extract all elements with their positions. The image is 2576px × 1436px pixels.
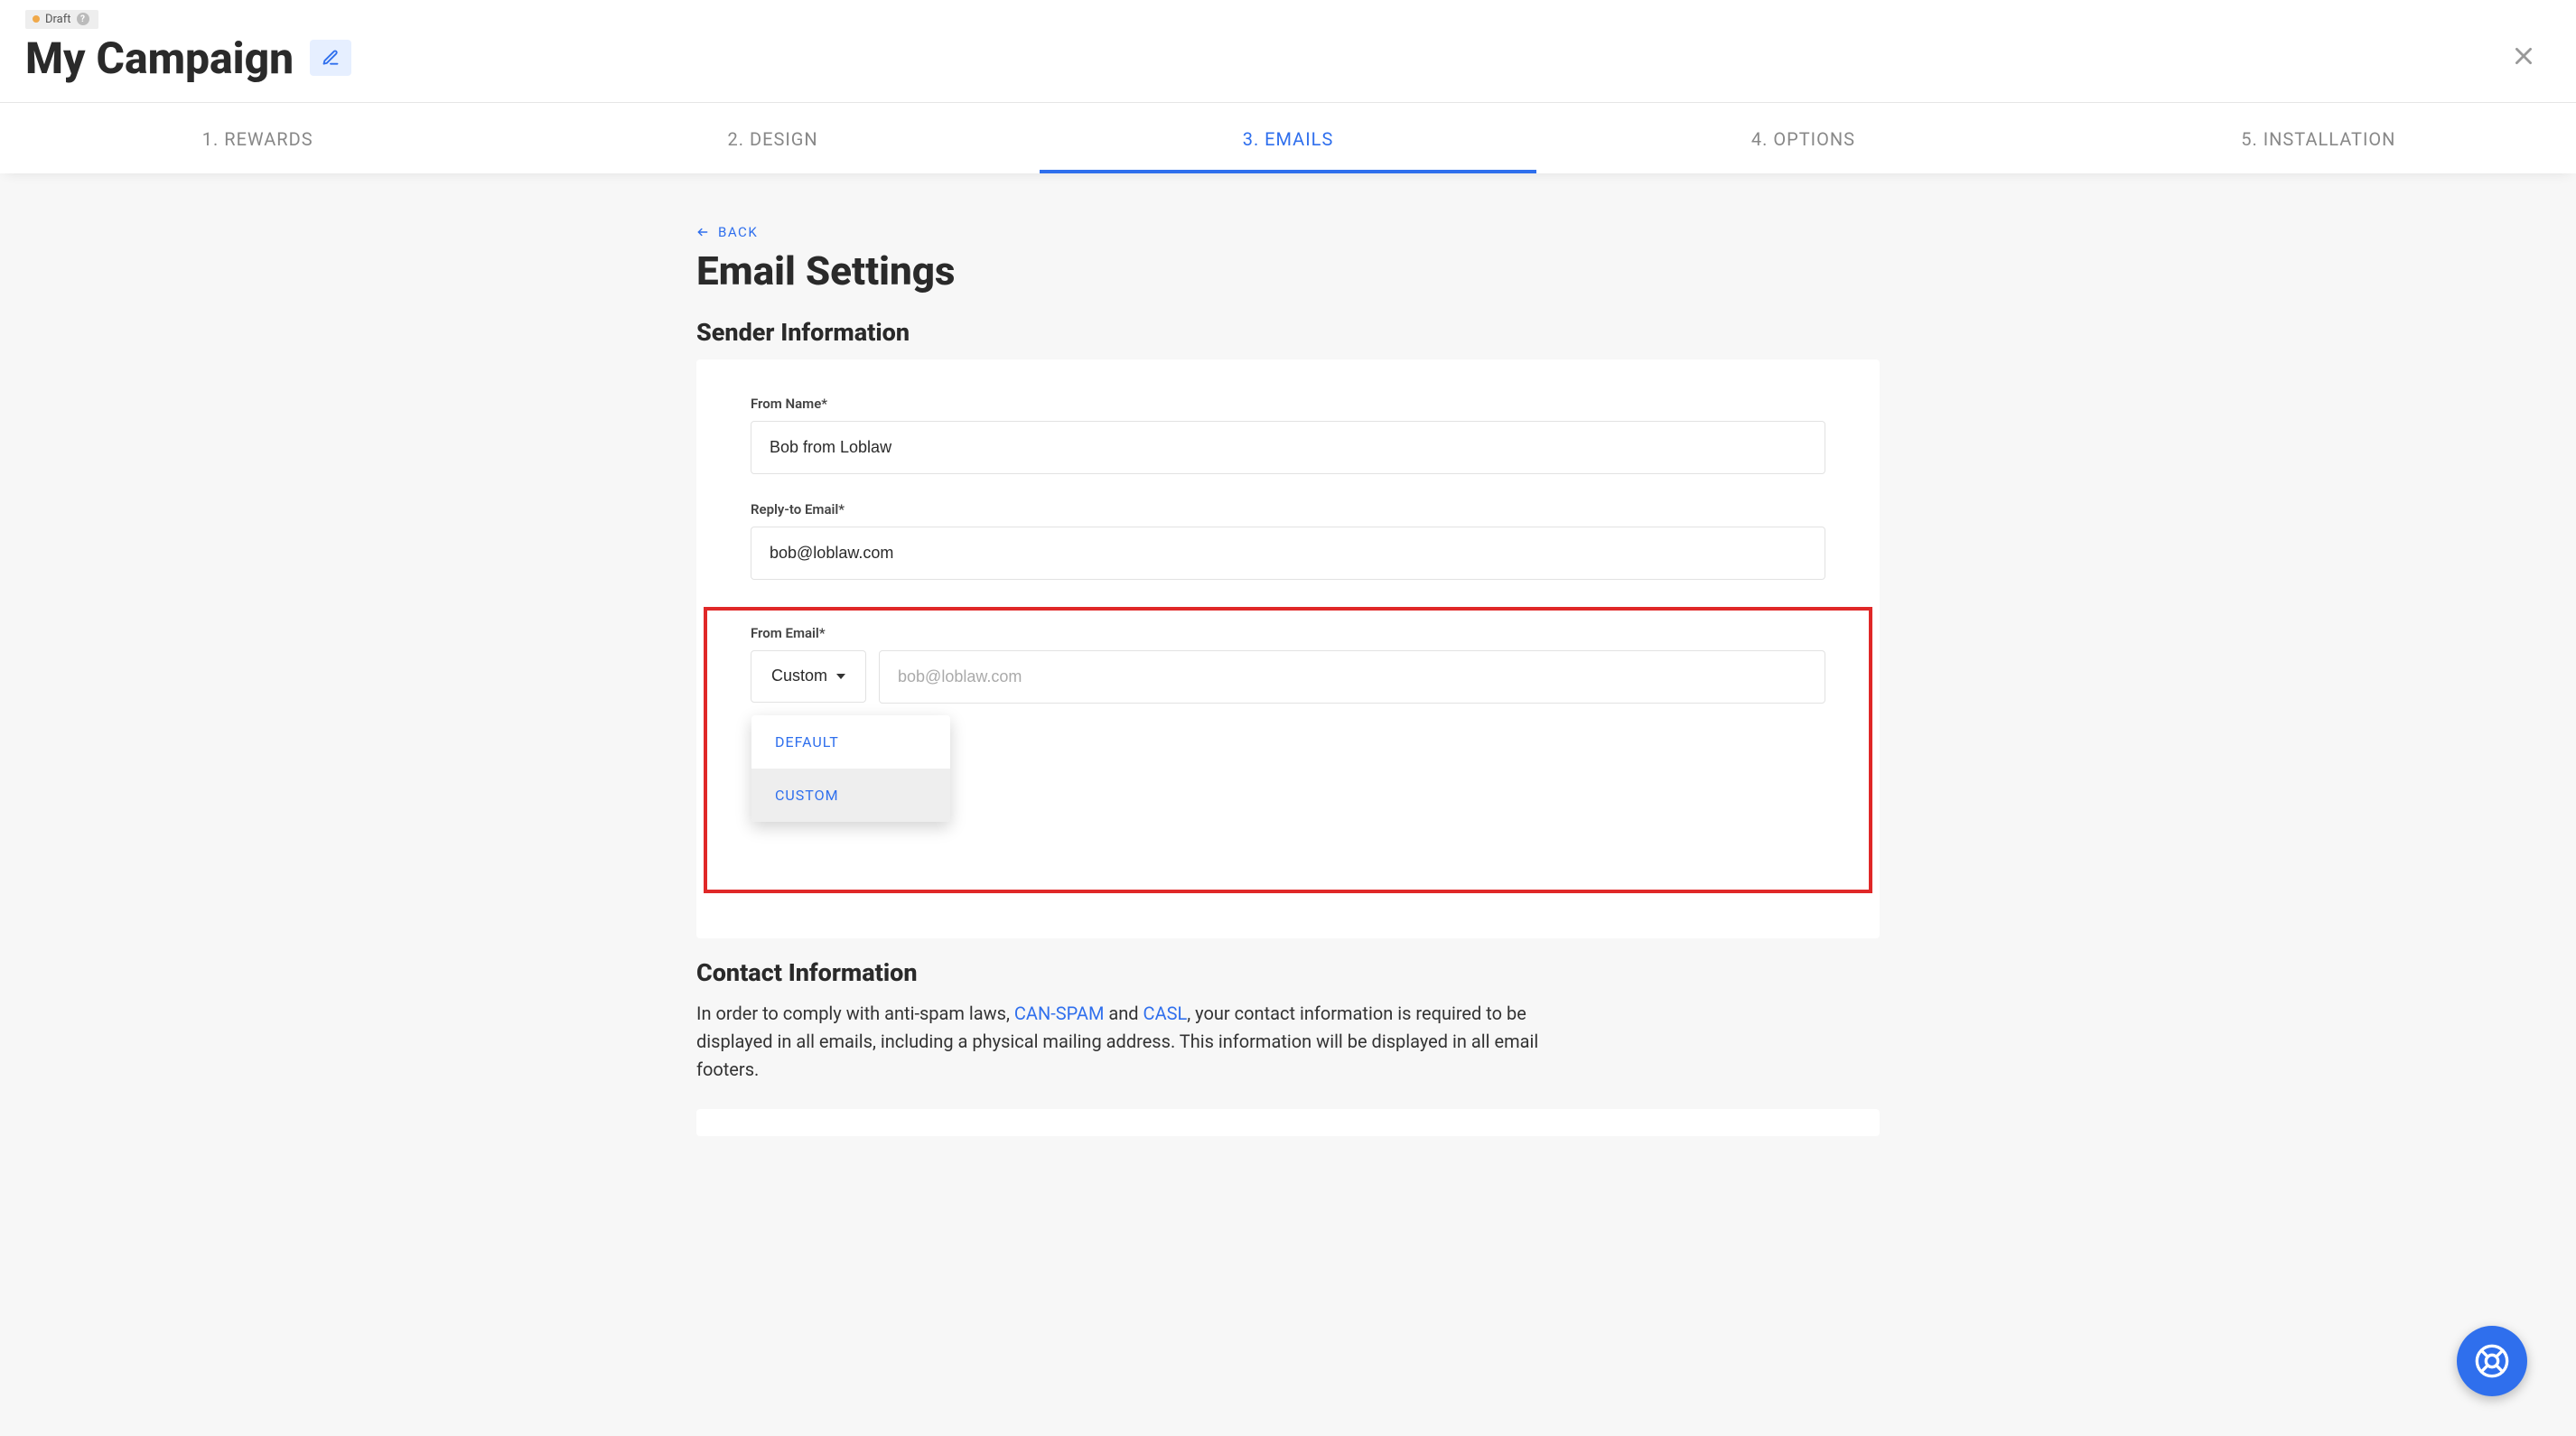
sender-info-card: From Name* Reply-to Email* From Email* C… — [696, 359, 1880, 938]
can-spam-link[interactable]: CAN-SPAM — [1014, 1002, 1105, 1024]
from-email-dropdown-menu: DEFAULT CUSTOM — [751, 715, 950, 822]
contact-info-text: In order to comply with anti-spam laws, … — [696, 1000, 1563, 1084]
from-email-row: Custom — [751, 650, 1825, 704]
close-button[interactable] — [2507, 41, 2540, 73]
main-content: BACK Email Settings Sender Information F… — [642, 173, 1934, 1172]
draft-status-dot-icon — [33, 15, 40, 23]
from-name-label: From Name* — [751, 396, 1825, 412]
header: Draft ? My Campaign — [0, 0, 2576, 102]
from-email-type-dropdown[interactable]: Custom — [751, 650, 866, 703]
help-icon[interactable]: ? — [77, 13, 89, 25]
from-email-type-value: Custom — [771, 667, 827, 685]
back-label: BACK — [718, 224, 758, 240]
tabs: 1. REWARDS 2. DESIGN 3. EMAILS 4. OPTION… — [0, 102, 2576, 173]
from-email-highlight-box: From Email* Custom DEFAULT CUSTOM — [704, 607, 1872, 893]
from-name-field: From Name* — [751, 396, 1825, 474]
page-title: My Campaign — [25, 33, 294, 84]
reply-to-input[interactable] — [751, 527, 1825, 580]
edit-title-button[interactable] — [310, 40, 351, 76]
draft-badge: Draft ? — [25, 10, 98, 29]
caret-down-icon — [836, 674, 845, 679]
from-name-input[interactable] — [751, 421, 1825, 474]
tab-rewards[interactable]: 1. REWARDS — [0, 103, 515, 173]
contact-info-heading: Contact Information — [696, 958, 1880, 987]
life-ring-icon — [2474, 1343, 2510, 1379]
dropdown-option-default[interactable]: DEFAULT — [751, 715, 950, 769]
from-email-label: From Email* — [751, 625, 1825, 641]
contact-info-card — [696, 1109, 1880, 1136]
reply-to-label: Reply-to Email* — [751, 501, 1825, 518]
tab-emails[interactable]: 3. EMAILS — [1031, 103, 1545, 173]
casl-link[interactable]: CASL — [1143, 1002, 1188, 1024]
draft-label: Draft — [45, 13, 71, 26]
reply-to-field: Reply-to Email* — [751, 501, 1825, 580]
title-row: My Campaign — [25, 33, 2551, 102]
from-email-input[interactable] — [879, 650, 1825, 704]
close-icon — [2512, 44, 2535, 68]
help-fab-button[interactable] — [2457, 1326, 2527, 1396]
sender-info-heading: Sender Information — [696, 318, 1880, 347]
tab-options[interactable]: 4. OPTIONS — [1545, 103, 2060, 173]
tab-installation[interactable]: 5. INSTALLATION — [2061, 103, 2576, 173]
pencil-icon — [322, 49, 340, 67]
dropdown-option-custom[interactable]: CUSTOM — [751, 769, 950, 822]
tab-design[interactable]: 2. DESIGN — [515, 103, 1030, 173]
section-heading: Email Settings — [696, 247, 1880, 294]
back-link[interactable]: BACK — [696, 224, 758, 240]
arrow-left-icon — [696, 226, 709, 238]
